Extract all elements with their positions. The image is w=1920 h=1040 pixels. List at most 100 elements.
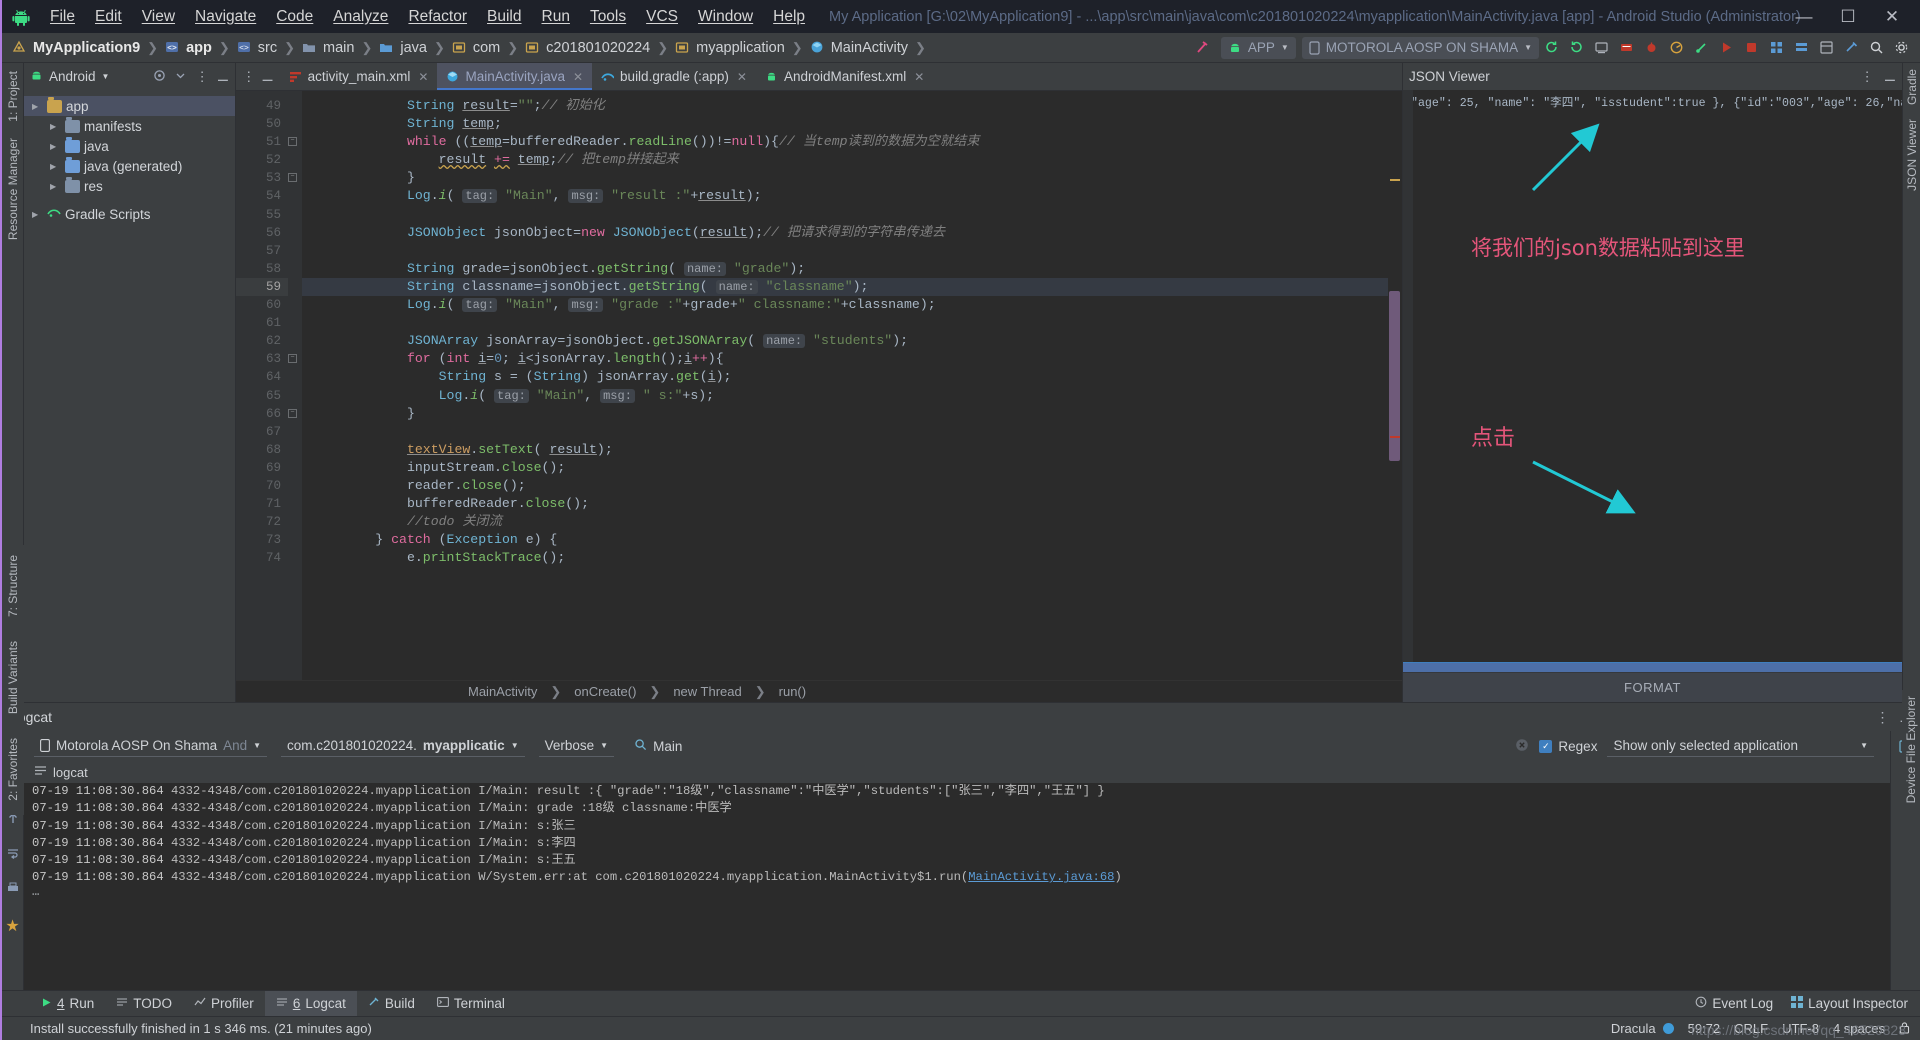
- target-icon[interactable]: [153, 69, 166, 85]
- code-line[interactable]: Log.i( tag: "Main", msg: "grade :"+grade…: [302, 296, 1388, 314]
- profiler-icon[interactable]: [1665, 36, 1688, 59]
- log-level-filter[interactable]: Verbose ▼: [538, 735, 615, 757]
- menu-build[interactable]: Build: [477, 6, 531, 28]
- line-number[interactable]: 50: [236, 115, 288, 133]
- log-row[interactable]: 07-19 11:08:30.864 4332-4348/com.c201801…: [24, 852, 1890, 869]
- soft-wrap-icon[interactable]: [6, 846, 20, 865]
- menu-navigate[interactable]: Navigate: [185, 6, 266, 28]
- line-number[interactable]: 54: [236, 187, 288, 205]
- log-row[interactable]: 07-19 11:08:30.864 4332-4348/com.c201801…: [24, 800, 1890, 817]
- code-line[interactable]: [302, 314, 1388, 332]
- tree-node-gradle-scripts[interactable]: ▶ Gradle Scripts: [24, 204, 235, 224]
- process-filter[interactable]: com.c201801020224. myapplicatic ▼: [281, 735, 525, 757]
- sidebar-tab-device-file-explorer[interactable]: Device File Explorer: [1904, 696, 1918, 803]
- build-icon[interactable]: [1840, 36, 1863, 59]
- log-row[interactable]: 07-19 11:08:30.864 4332-4348/com.c201801…: [24, 835, 1890, 852]
- code-line[interactable]: String result="";// 初始化: [302, 97, 1388, 115]
- menu-vcs[interactable]: VCS: [636, 6, 688, 28]
- menu-file[interactable]: File: [40, 6, 85, 28]
- log-row[interactable]: 07-19 11:08:30.864 4332-4348/com.c201801…: [24, 818, 1890, 835]
- chevron-right-icon[interactable]: ▶: [50, 122, 61, 131]
- code-line[interactable]: Log.i( tag: "Main", msg: " s:"+s);: [302, 387, 1388, 405]
- close-tab-icon[interactable]: ✕: [573, 70, 583, 84]
- run-icon[interactable]: [1715, 36, 1738, 59]
- line-number[interactable]: 70: [236, 477, 288, 495]
- breadcrumb-item-src[interactable]: <> src: [237, 40, 277, 56]
- code-line[interactable]: }: [302, 405, 1388, 423]
- line-number[interactable]: 64: [236, 368, 288, 386]
- breadcrumb-item-com[interactable]: com: [452, 40, 500, 56]
- line-number[interactable]: 56: [236, 224, 288, 242]
- line-number[interactable]: 69: [236, 459, 288, 477]
- breadcrumb-item-myapplication[interactable]: myapplication: [675, 40, 785, 56]
- tab-build-gradle[interactable]: build.gradle (:app) ✕: [592, 63, 756, 90]
- hide-pane-icon[interactable]: ⚊: [1884, 69, 1896, 85]
- code-line[interactable]: String grade=jsonObject.getString( name:…: [302, 260, 1388, 278]
- line-number[interactable]: 53−: [236, 169, 297, 187]
- sidebar-tab-json-viewer[interactable]: JSON Viewer: [1905, 119, 1919, 191]
- menu-help[interactable]: Help: [763, 6, 815, 28]
- attach-debugger-icon[interactable]: [1690, 36, 1713, 59]
- logcat-scope-filter[interactable]: Show only selected application ▼: [1607, 735, 1874, 757]
- tree-node-app[interactable]: ▶ app: [24, 96, 235, 116]
- code-line[interactable]: bufferedReader.close();: [302, 495, 1388, 513]
- sidebar-tab-favorites[interactable]: 2: Favorites: [6, 738, 20, 801]
- line-number[interactable]: 55: [236, 206, 288, 224]
- sidebar-tab-resource-manager[interactable]: Resource Manager: [6, 138, 20, 240]
- close-tab-icon[interactable]: ✕: [418, 70, 428, 84]
- bottom-tab-layout-inspector[interactable]: Layout Inspector: [1791, 996, 1908, 1011]
- stacktrace-link[interactable]: MainActivity.java:68: [968, 869, 1114, 886]
- menu-code[interactable]: Code: [266, 6, 323, 28]
- line-number[interactable]: 66−: [236, 405, 297, 423]
- breadcrumb-item-main[interactable]: main: [302, 40, 354, 56]
- json-input-text[interactable]: "age": 25, "name": "李四", "isstudent":tru…: [1403, 90, 1902, 110]
- breadcrumb-item-java[interactable]: java: [379, 40, 427, 56]
- sdk-manager-icon[interactable]: [1615, 36, 1638, 59]
- hide-pane-icon[interactable]: ⚊: [217, 69, 229, 85]
- hide-editor-icon[interactable]: ⚊: [262, 69, 274, 85]
- stop-icon[interactable]: [1740, 36, 1763, 59]
- log-row[interactable]: 07-19 11:08:30.864 4332-4348/com.c201801…: [24, 869, 1890, 886]
- log-row[interactable]: 07-19 11:08:30.864 4332-4348/com.c201801…: [24, 783, 1890, 800]
- code-line[interactable]: [302, 206, 1388, 224]
- hammer-pink-icon[interactable]: [1191, 36, 1214, 59]
- favorite-icon[interactable]: ★: [5, 916, 19, 936]
- tree-node-manifests[interactable]: ▶ manifests: [24, 116, 235, 136]
- line-number[interactable]: 72: [236, 513, 288, 531]
- fold-marker-icon[interactable]: −: [288, 408, 297, 418]
- settings-icon[interactable]: [1890, 36, 1913, 59]
- code-line[interactable]: Log.i( tag: "Main", msg: "result :"+resu…: [302, 187, 1388, 205]
- fold-marker-icon[interactable]: −: [288, 354, 297, 364]
- code-line[interactable]: String temp;: [302, 115, 1388, 133]
- line-number[interactable]: 74: [236, 549, 288, 567]
- json-viewer-body[interactable]: "age": 25, "name": "李四", "isstudent":tru…: [1403, 90, 1902, 662]
- json-input-highlight-bar[interactable]: [1403, 662, 1902, 672]
- format-button[interactable]: FORMAT: [1403, 672, 1902, 702]
- line-number[interactable]: 59: [236, 277, 288, 297]
- theme-indicator[interactable]: Dracula: [1611, 1021, 1674, 1036]
- close-tab-icon[interactable]: ✕: [737, 70, 747, 84]
- line-number[interactable]: 62: [236, 332, 288, 350]
- tab-mainactivity-java[interactable]: MainActivity.java ✕: [437, 63, 593, 90]
- close-button[interactable]: ✕: [1870, 0, 1914, 33]
- device-filter[interactable]: Motorola AOSP On Shama And ▼: [34, 735, 268, 757]
- crumb-run[interactable]: run(): [779, 684, 806, 699]
- bottom-tab-logcat[interactable]: 6 Logcat: [264, 990, 357, 1017]
- maximize-button[interactable]: ☐: [1826, 0, 1870, 33]
- clear-search-icon[interactable]: [1515, 738, 1529, 755]
- line-number[interactable]: 49: [236, 97, 288, 115]
- crumb-new-thread[interactable]: new Thread: [673, 684, 741, 699]
- layout-inspector-icon[interactable]: [1765, 36, 1788, 59]
- more-options-icon[interactable]: ⋮: [1860, 69, 1874, 85]
- code-line[interactable]: [302, 423, 1388, 441]
- bottom-tab-run[interactable]: 4 Run: [30, 991, 105, 1017]
- code-line[interactable]: JSONObject jsonObject=new JSONObject(res…: [302, 224, 1388, 242]
- menu-view[interactable]: View: [132, 6, 185, 28]
- minimize-button[interactable]: —: [1782, 0, 1826, 33]
- regex-checkbox[interactable]: ✓ Regex: [1539, 739, 1597, 754]
- line-number[interactable]: 73: [236, 531, 288, 549]
- line-number[interactable]: 68: [236, 441, 288, 459]
- bottom-tab-todo[interactable]: TODO: [105, 991, 183, 1017]
- code-line[interactable]: JSONArray jsonArray=jsonObject.getJSONAr…: [302, 332, 1388, 350]
- sync-icon[interactable]: [1540, 36, 1563, 59]
